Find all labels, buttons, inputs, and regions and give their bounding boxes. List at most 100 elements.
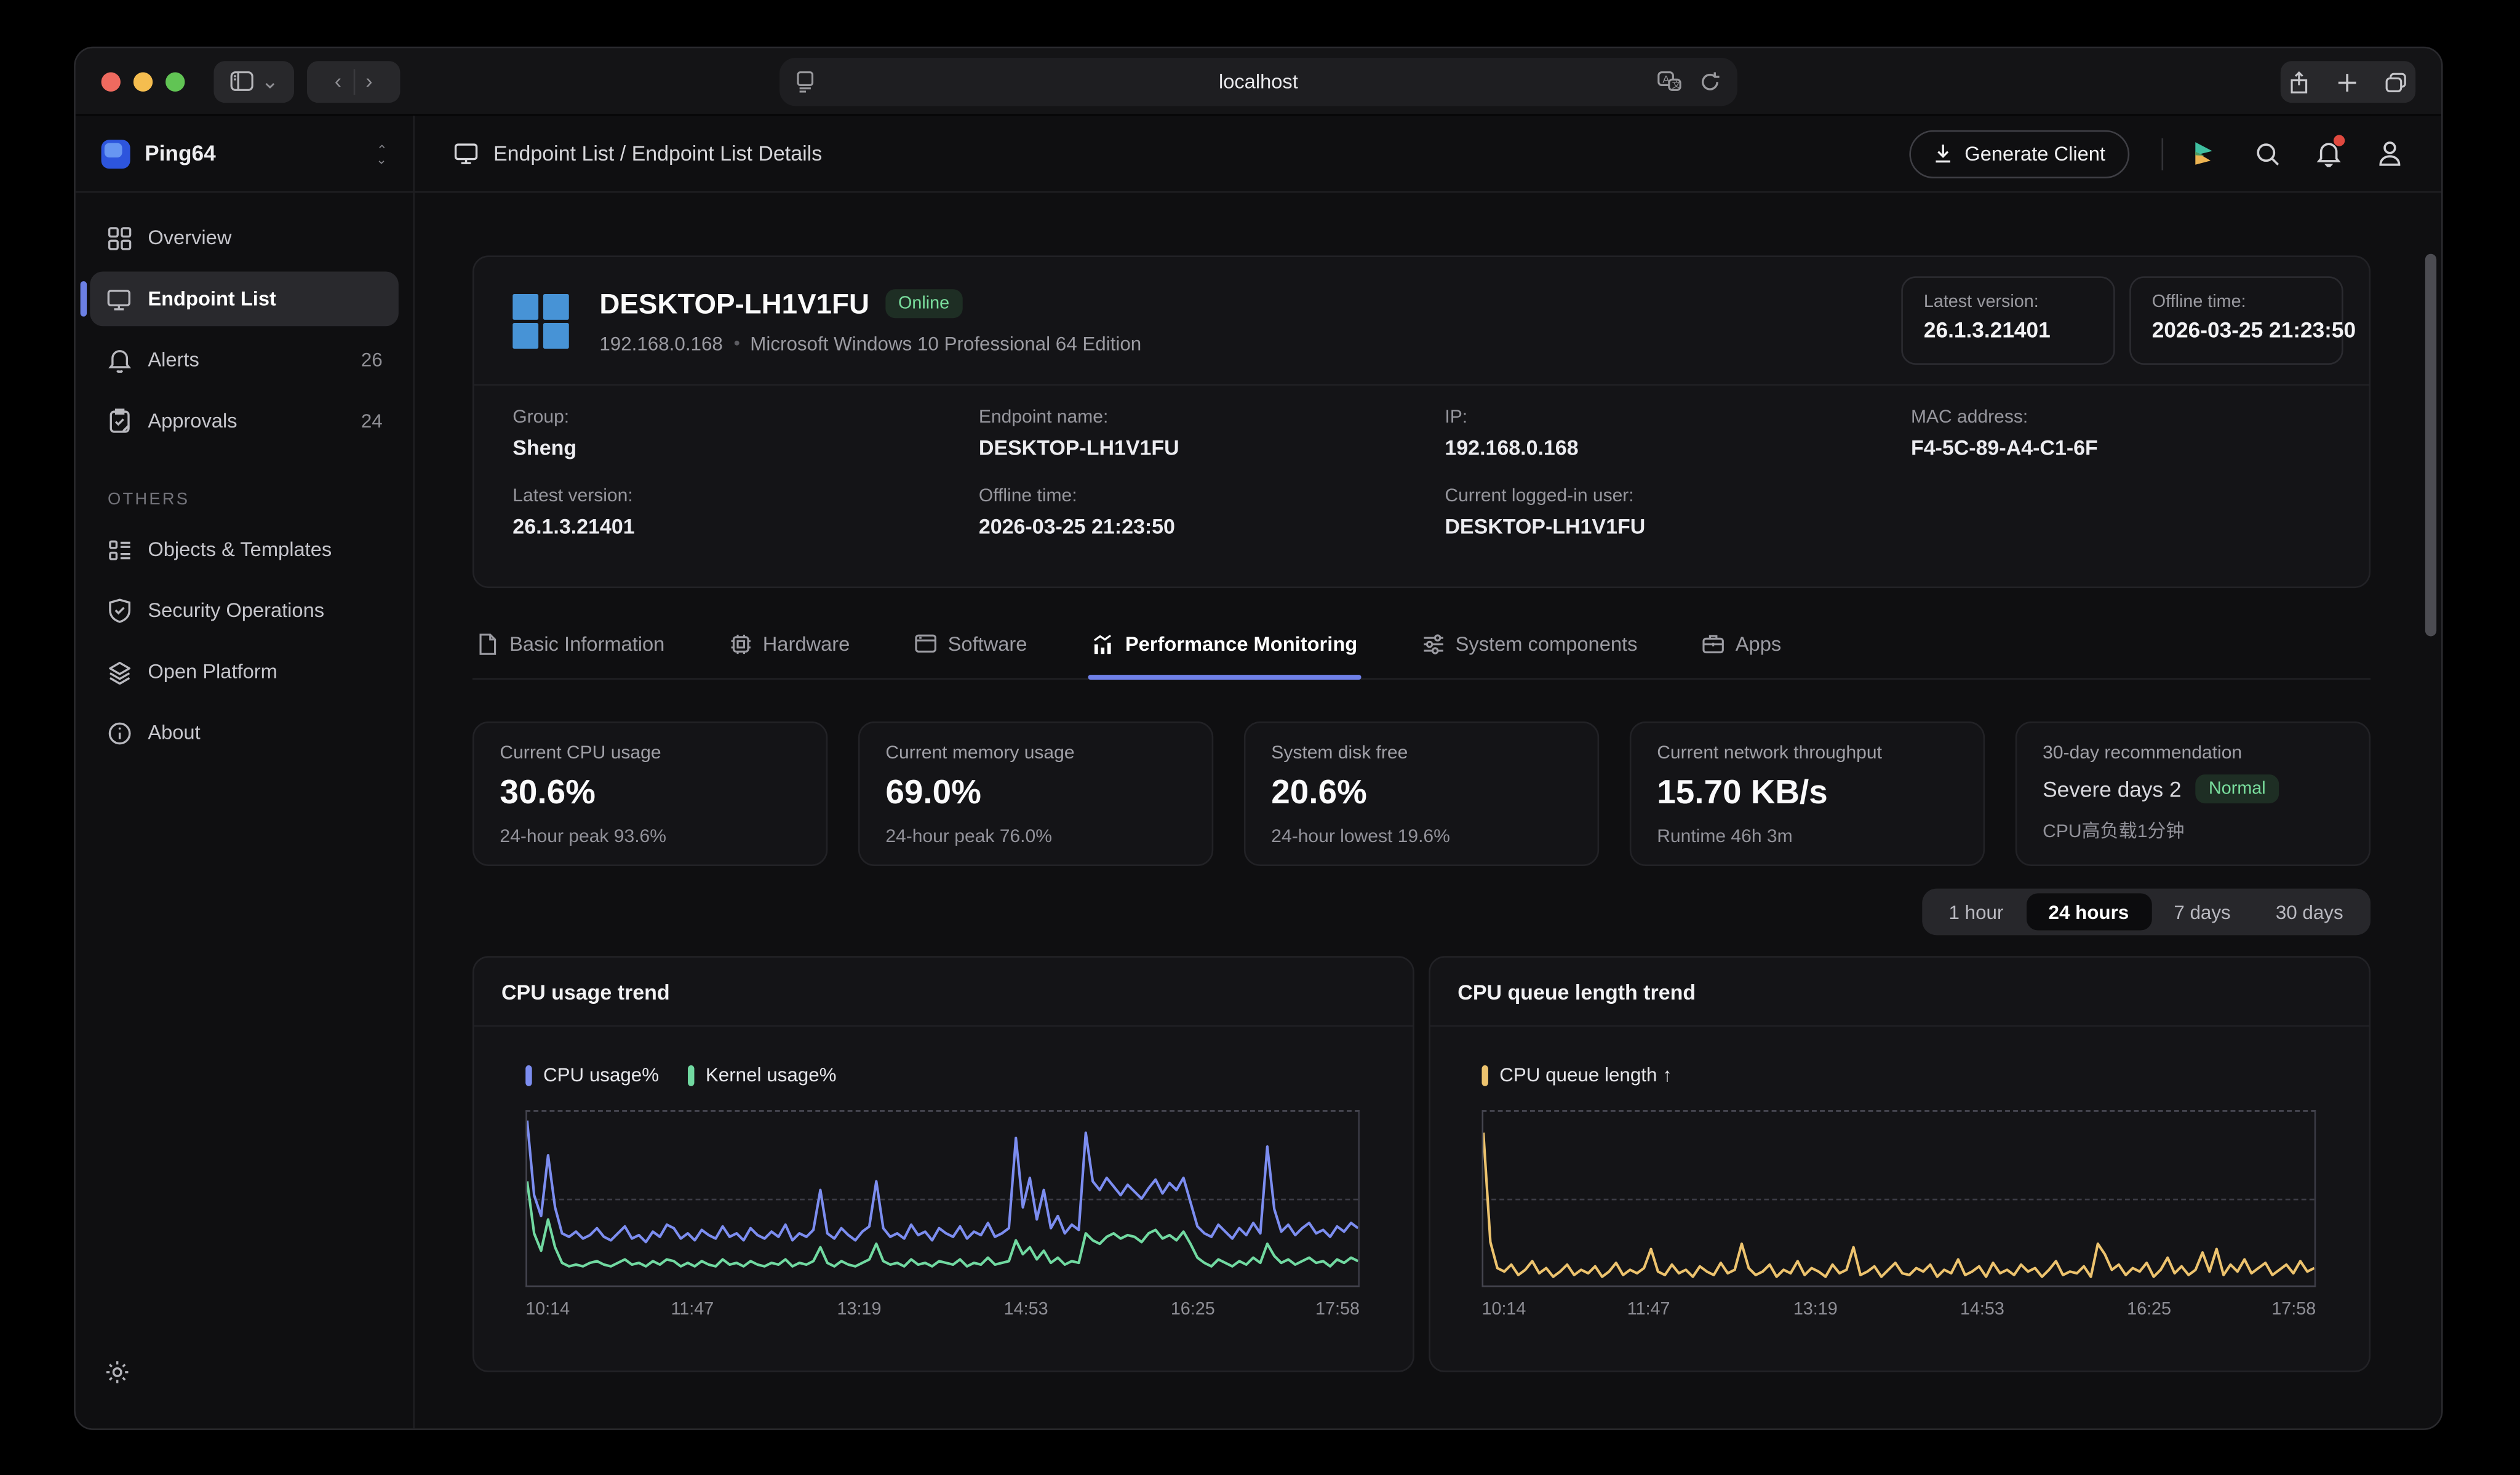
range-24-hours[interactable]: 24 hours bbox=[2026, 893, 2151, 930]
info-box-value: 2026-03-25 21:23:50 bbox=[2152, 318, 2321, 342]
tab-system-components[interactable]: System components bbox=[1419, 628, 1641, 678]
minimize-window-button[interactable] bbox=[134, 71, 153, 90]
time-range-row: 1 hour 24 hours 7 days 30 days bbox=[472, 889, 2370, 936]
sidebar-item-label: Objects & Templates bbox=[148, 538, 332, 561]
range-30-days[interactable]: 30 days bbox=[2253, 893, 2366, 930]
translate-icon[interactable]: A文 bbox=[1657, 71, 1683, 93]
sidebar-item-alerts[interactable]: Alerts 26 bbox=[90, 333, 399, 388]
new-tab-icon[interactable] bbox=[2337, 71, 2358, 92]
stat-memory-usage: Current memory usage 69.0% 24-hour peak … bbox=[858, 722, 1213, 866]
sidebar-item-open-platform[interactable]: Open Platform bbox=[90, 645, 399, 699]
app-logo bbox=[102, 139, 130, 168]
notifications-bell-icon[interactable] bbox=[2316, 140, 2342, 167]
workspace-switcher[interactable]: Ping64 ⌃⌃ bbox=[76, 116, 413, 193]
share-icon[interactable] bbox=[2289, 70, 2310, 94]
info-box-label: Offline time: bbox=[2152, 292, 2321, 311]
address-bar[interactable]: localhost A文 bbox=[780, 58, 1737, 106]
tab-software[interactable]: Software bbox=[911, 628, 1031, 678]
close-window-button[interactable] bbox=[102, 71, 121, 90]
sidebar-item-endpoint-list[interactable]: Endpoint List bbox=[90, 271, 399, 326]
legend-swatch bbox=[688, 1065, 694, 1086]
dot-separator bbox=[734, 341, 739, 346]
sidebar-item-label: Alerts bbox=[148, 349, 199, 372]
chart-legend: CPU usage% Kernel usage% bbox=[525, 1062, 1413, 1088]
breadcrumb-text: Endpoint List / Endpoint List Details bbox=[493, 141, 822, 165]
range-7-days[interactable]: 7 days bbox=[2151, 893, 2254, 930]
sidebar-item-label: Security Operations bbox=[148, 599, 324, 622]
stat-cards-row: Current CPU usage 30.6% 24-hour peak 93.… bbox=[472, 722, 2370, 866]
tab-apps[interactable]: Apps bbox=[1699, 628, 1785, 678]
traffic-lights bbox=[102, 71, 185, 90]
sidebar-item-label: Open Platform bbox=[148, 661, 277, 683]
desktop: ⌄ ‹ › localhost A文 bbox=[0, 0, 2520, 1475]
url-text: localhost bbox=[780, 71, 1737, 93]
legend-swatch bbox=[1481, 1065, 1488, 1086]
detail-group: Group: Sheng bbox=[512, 408, 979, 460]
cpu-queue-trend-card: CPU queue length trend CPU queue length … bbox=[1429, 956, 2370, 1372]
layers-icon bbox=[106, 659, 132, 685]
sidebar-item-about[interactable]: About bbox=[90, 706, 399, 760]
info-box-value: 26.1.3.21401 bbox=[1924, 318, 2092, 342]
x-axis: 10:14 11:47 13:19 14:53 16:25 17:58 bbox=[1481, 1300, 2316, 1322]
device-os: Microsoft Windows 10 Professional 64 Edi… bbox=[750, 332, 1141, 354]
download-icon bbox=[1934, 143, 1953, 164]
normal-status-badge: Normal bbox=[2196, 774, 2278, 803]
sidebar-item-label: Endpoint List bbox=[148, 288, 276, 311]
generate-client-label: Generate Client bbox=[1964, 142, 2105, 165]
tab-basic-information[interactable]: Basic Information bbox=[472, 628, 668, 678]
generate-client-button[interactable]: Generate Client bbox=[1910, 129, 2129, 177]
page-scroll-area: DESKTOP-LH1V1FU Online 192.168.0.168 Mic… bbox=[415, 193, 2441, 1429]
info-icon bbox=[106, 720, 132, 745]
reload-icon[interactable] bbox=[1699, 71, 1721, 93]
monitor-icon bbox=[106, 286, 132, 312]
chart-title: CPU queue length trend bbox=[1430, 958, 2369, 1027]
legend-kernel-usage[interactable]: Kernel usage% bbox=[688, 1064, 836, 1086]
device-ip: 192.168.0.168 bbox=[599, 332, 722, 354]
legend-cpu-usage[interactable]: CPU usage% bbox=[525, 1064, 659, 1086]
sidebar-item-security-operations[interactable]: Security Operations bbox=[90, 583, 399, 638]
chevron-updown-icon: ⌃⌃ bbox=[377, 145, 388, 161]
tab-performance-monitoring[interactable]: Performance Monitoring bbox=[1088, 628, 1361, 678]
sidebar-nav: Overview Endpoint List Alerts 26 bbox=[76, 193, 413, 448]
offline-time-box: Offline time: 2026-03-25 21:23:50 bbox=[2129, 276, 2343, 365]
stat-30day-recommendation: 30-day recommendation Severe days 2 Norm… bbox=[2016, 722, 2370, 866]
sidebar-item-objects-templates[interactable]: Objects & Templates bbox=[90, 522, 399, 577]
charts-row: CPU usage trend CPU usage% Kernel usage% bbox=[472, 956, 2370, 1372]
sidebar-item-label: Overview bbox=[148, 226, 231, 249]
alerts-count-badge: 26 bbox=[361, 349, 383, 372]
zoom-window-button[interactable] bbox=[165, 71, 185, 90]
detail-offline-time: Offline time: 2026-03-25 21:23:50 bbox=[979, 487, 1445, 539]
range-1-hour[interactable]: 1 hour bbox=[1926, 893, 2026, 930]
cpu-usage-plot bbox=[525, 1110, 1360, 1287]
search-icon[interactable] bbox=[2255, 141, 2281, 167]
product-logo-icon[interactable] bbox=[2192, 140, 2219, 167]
toolbar-right-cluster bbox=[2281, 61, 2415, 103]
app-name: Ping64 bbox=[145, 141, 377, 165]
back-button[interactable]: ‹ bbox=[335, 71, 341, 92]
file-icon bbox=[476, 632, 498, 655]
browser-sidebar-toggle[interactable]: ⌄ bbox=[213, 60, 294, 102]
forward-button[interactable]: › bbox=[365, 71, 372, 92]
stat-network-throughput: Current network throughput 15.70 KB/s Ru… bbox=[1630, 722, 1985, 866]
scrollbar[interactable] bbox=[2425, 254, 2436, 637]
stat-cpu-usage: Current CPU usage 30.6% 24-hour peak 93.… bbox=[472, 722, 827, 866]
latest-version-box: Latest version: 26.1.3.21401 bbox=[1901, 276, 2115, 365]
chart-legend: CPU queue length ↑ bbox=[1481, 1062, 2369, 1088]
history-nav: ‹ › bbox=[307, 60, 401, 102]
online-status-badge: Online bbox=[885, 289, 962, 318]
chart-title: CPU usage trend bbox=[474, 958, 1413, 1027]
legend-cpu-queue-length[interactable]: CPU queue length ↑ bbox=[1481, 1064, 1672, 1086]
sidebar-item-overview[interactable]: Overview bbox=[90, 210, 399, 265]
browser-window: ⌄ ‹ › localhost A文 bbox=[74, 47, 2442, 1430]
cpu-usage-trend-card: CPU usage trend CPU usage% Kernel usage% bbox=[472, 956, 1414, 1372]
bell-icon bbox=[106, 347, 132, 373]
x-axis: 10:14 11:47 13:19 14:53 16:25 17:58 bbox=[525, 1300, 1360, 1322]
tab-hardware[interactable]: Hardware bbox=[726, 628, 853, 678]
detail-logged-in-user: Current logged-in user: DESKTOP-LH1V1FU bbox=[1445, 487, 1911, 539]
legend-swatch bbox=[525, 1065, 532, 1086]
settings-button[interactable] bbox=[95, 1350, 140, 1394]
user-avatar-icon[interactable] bbox=[2377, 140, 2403, 167]
sidebar-item-approvals[interactable]: Approvals 24 bbox=[90, 394, 399, 448]
sidebar-item-label: Approvals bbox=[148, 410, 237, 432]
tab-overview-icon[interactable] bbox=[2385, 71, 2408, 92]
